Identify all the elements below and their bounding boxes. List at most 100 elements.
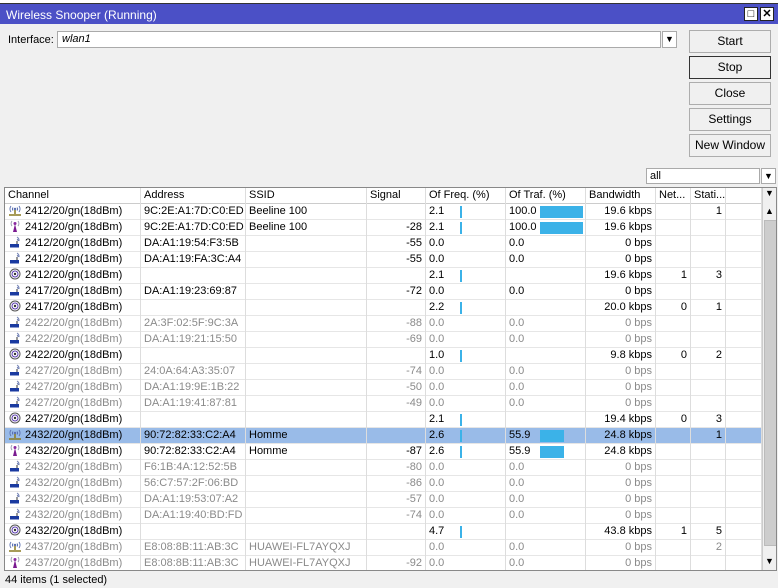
cell-bw: 0 bps [586, 540, 656, 556]
freq-text: 0.0 [429, 253, 445, 265]
cell-signal [367, 540, 426, 556]
traf-text: 0.0 [509, 493, 525, 505]
address-text: DA:A1:19:40:BD:FD [144, 509, 243, 521]
cell-freq: 0.0 [426, 540, 506, 556]
table-row[interactable]: 2422/20/gn(18dBm) 1.0 9.8 kbps 0 2 [5, 348, 762, 364]
ap-icon [8, 444, 22, 456]
channel-text: 2422/20/gn(18dBm) [25, 349, 123, 361]
stop-button[interactable]: Stop [689, 56, 771, 79]
column-header[interactable]: Of Traf. (%) [506, 188, 586, 204]
table-row[interactable]: 2417/20/gn(18dBm) 2.2 20.0 kbps 0 1 [5, 300, 762, 316]
table-row[interactable]: 2432/20/gn(18dBm) 90:72:82:33:C2:A4 Homme 2… [5, 428, 762, 444]
cell-ssid [246, 236, 367, 252]
column-header[interactable]: Address [141, 188, 246, 204]
table-row[interactable]: 2412/20/gn(18dBm) 9C:2E:A1:7D:C0:ED Beelin… [5, 220, 762, 236]
table-row[interactable]: 2432/20/gn(18dBm) 56:C7:57:2F:06:BD -86 0.0… [5, 476, 762, 492]
table-row[interactable]: 2412/20/gn(18dBm) 2.1 19.6 kbps 1 3 [5, 268, 762, 284]
scroll-down-icon[interactable]: ▼ [765, 556, 774, 566]
table-row[interactable]: 2422/20/gn(18dBm) DA:A1:19:21:15:50 -69 0.0… [5, 332, 762, 348]
interface-input[interactable]: wlan1 [57, 31, 661, 48]
cell-sta: 3 [691, 412, 726, 428]
cell-signal: -55 [367, 236, 426, 252]
bw-text: 24.8 kbps [604, 429, 652, 441]
cell-empty [726, 556, 762, 570]
interface-label: Interface: [8, 34, 54, 46]
table-row[interactable]: 2427/20/gn(18dBm) DA:A1:19:41:87:81 -49 0.0… [5, 396, 762, 412]
bw-text: 0 bps [625, 253, 652, 265]
client-icon [8, 252, 22, 264]
table-row[interactable]: 2412/20/gn(18dBm) DA:A1:19:FA:3C:A4 -55 0.0… [5, 252, 762, 268]
freq-bar [460, 430, 462, 442]
cell-signal: -55 [367, 252, 426, 268]
table-row[interactable]: 2432/20/gn(18dBm) DA:A1:19:40:BD:FD -74 0.0… [5, 508, 762, 524]
channel-text: 2412/20/gn(18dBm) [25, 269, 123, 281]
freq-text: 1.0 [429, 349, 445, 361]
signal-text: -74 [406, 365, 422, 377]
table-row[interactable]: 2432/20/gn(18dBm) DA:A1:19:53:07:A2 -57 0.0… [5, 492, 762, 508]
bw-text: 20.0 kbps [604, 301, 652, 313]
close-icon[interactable]: ✕ [760, 7, 774, 21]
address-text: DA:A1:19:9E:1B:22 [144, 381, 240, 393]
filter-select[interactable]: all [646, 168, 760, 184]
cell-empty [726, 316, 762, 332]
cell-net [656, 380, 691, 396]
column-header[interactable]: Bandwidth [586, 188, 656, 204]
cell-freq: 0.0 [426, 364, 506, 380]
cell-freq: 2.1 [426, 412, 506, 428]
cell-bw: 24.8 kbps [586, 428, 656, 444]
cell-empty [726, 428, 762, 444]
scroll-up-icon[interactable]: ▲ [765, 206, 774, 216]
cell-traf: 0.0 [506, 252, 586, 268]
cell-channel: 2432/20/gn(18dBm) [5, 476, 141, 492]
column-header[interactable]: SSID [246, 188, 367, 204]
cell-net: 1 [656, 524, 691, 540]
column-menu-icon[interactable]: ▼ [765, 188, 774, 198]
cell-address [141, 268, 246, 284]
column-header[interactable]: Of Freq. (%) [426, 188, 506, 204]
table-row[interactable]: 2417/20/gn(18dBm) DA:A1:19:23:69:87 -72 0.0… [5, 284, 762, 300]
scrollbar-thumb[interactable] [764, 220, 776, 546]
table-row[interactable]: 2437/20/gn(18dBm) E8:08:8B:11:AB:3C HUAWEI… [5, 556, 762, 570]
column-header[interactable]: Signal [367, 188, 426, 204]
table-row[interactable]: 2422/20/gn(18dBm) 2A:3F:02:5F:9C:3A -88 0.0… [5, 316, 762, 332]
table-row[interactable]: 2427/20/gn(18dBm) 2.1 19.4 kbps 0 3 [5, 412, 762, 428]
table-row[interactable]: 2437/20/gn(18dBm) E8:08:8B:11:AB:3C HUAWEI… [5, 540, 762, 556]
address-text: 90:72:82:33:C2:A4 [144, 429, 236, 441]
cell-net [656, 284, 691, 300]
address-text: F6:1B:4A:12:52:5B [144, 461, 237, 473]
channel-text: 2412/20/gn(18dBm) [25, 221, 123, 233]
traffic-bar [540, 222, 583, 234]
close-button[interactable]: Close [689, 82, 771, 105]
column-header[interactable] [726, 188, 762, 204]
settings-button[interactable]: Settings [689, 108, 771, 131]
table-row[interactable]: 2412/20/gn(18dBm) DA:A1:19:54:F3:5B -55 0.0… [5, 236, 762, 252]
cell-ssid [246, 364, 367, 380]
client-icon [8, 380, 22, 392]
table-row[interactable]: 2427/20/gn(18dBm) 24:0A:64:A3:35:07 -74 0.0… [5, 364, 762, 380]
table-row[interactable]: 2412/20/gn(18dBm) 9C:2E:A1:7D:C0:ED Beelin… [5, 204, 762, 220]
cell-bw: 0 bps [586, 460, 656, 476]
maximize-icon[interactable]: □ [744, 7, 758, 21]
filter-dropdown-icon[interactable]: ▼ [761, 168, 776, 184]
cell-address: DA:A1:19:23:69:87 [141, 284, 246, 300]
cell-signal [367, 524, 426, 540]
cell-channel: 2427/20/gn(18dBm) [5, 380, 141, 396]
interface-dropdown-icon[interactable]: ▼ [662, 31, 677, 48]
bw-text: 43.8 kbps [604, 525, 652, 537]
cell-empty [726, 380, 762, 396]
column-header[interactable]: Net... [656, 188, 691, 204]
start-button[interactable]: Start [689, 30, 771, 53]
column-header[interactable]: Stati... [691, 188, 726, 204]
table-row[interactable]: 2432/20/gn(18dBm) 4.7 43.8 kbps 1 5 [5, 524, 762, 540]
vertical-scrollbar[interactable]: ▼ ▲ ▼ [762, 188, 776, 570]
signal-text: -28 [406, 221, 422, 233]
table-row[interactable]: 2432/20/gn(18dBm) F6:1B:4A:12:52:5B -80 0.0… [5, 460, 762, 476]
cell-freq: 0.0 [426, 236, 506, 252]
traf-text: 0.0 [509, 477, 525, 489]
cell-channel: 2412/20/gn(18dBm) [5, 252, 141, 268]
table-row[interactable]: 2432/20/gn(18dBm) 90:72:82:33:C2:A4 Homme -… [5, 444, 762, 460]
column-header[interactable]: Channel [5, 188, 141, 204]
new-window-button[interactable]: New Window [689, 134, 771, 157]
table-row[interactable]: 2427/20/gn(18dBm) DA:A1:19:9E:1B:22 -50 0.0… [5, 380, 762, 396]
client-icon [8, 332, 22, 344]
